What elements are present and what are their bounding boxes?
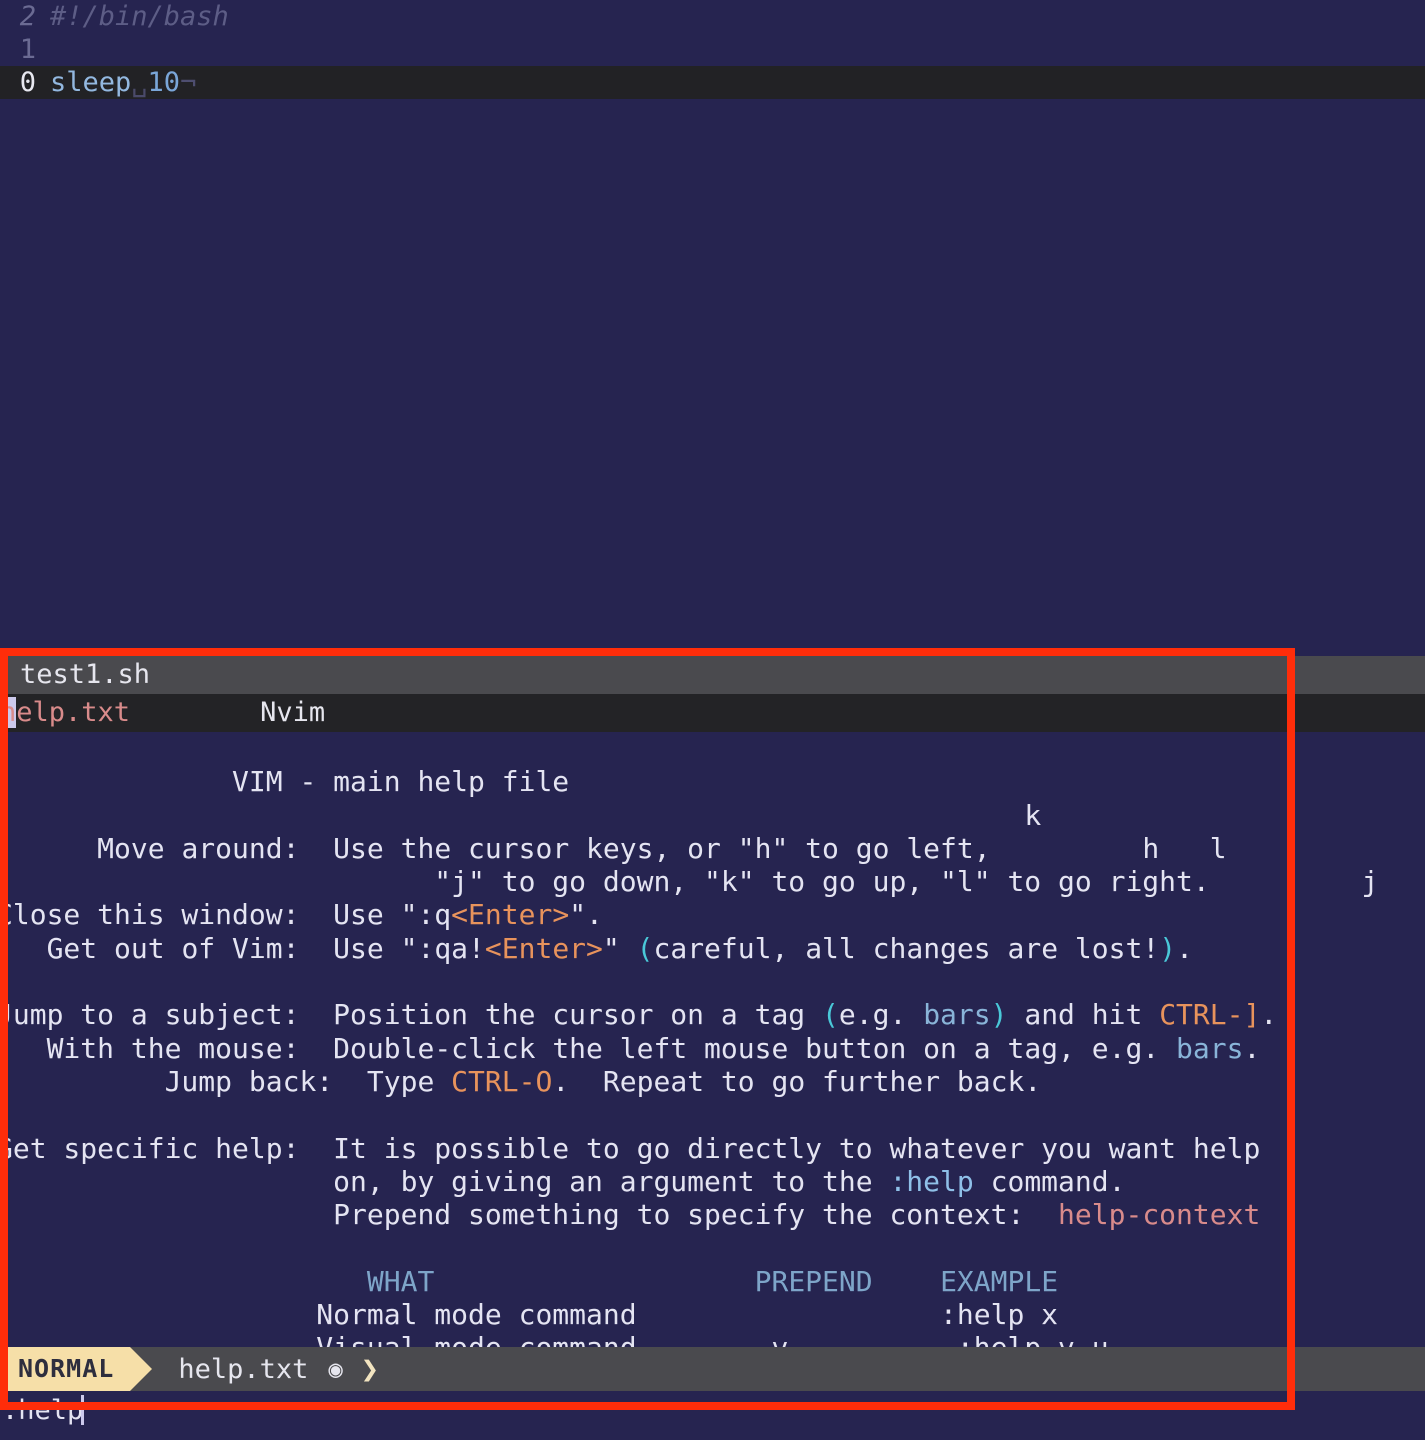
help-row: Prepend something to specify the context… [0, 1198, 1425, 1231]
statusline-filename: help.txt [178, 1353, 309, 1385]
help-body-pre: Type [366, 1064, 452, 1098]
help-body: It is possible to go directly to whateve… [333, 1131, 1261, 1165]
eol-marker-icon: ¬ [180, 67, 197, 98]
help-row: Close this window: Use ":q<Enter>". [0, 898, 1425, 931]
code-line-current: 0 sleep␣10¬ [0, 66, 1425, 99]
help-keydiagram-up: k [0, 799, 1425, 832]
help-period: . [1260, 998, 1278, 1032]
help-body-pre: Use ":q [333, 898, 452, 932]
help-row: "j" to go down, "k" to go up, "l" to go … [0, 865, 1425, 898]
help-row: Move around: Use the cursor keys, or "h"… [0, 832, 1425, 865]
whitespace-marker-icon: ␣ [131, 67, 148, 98]
help-row: Get specific help: It is possible to go … [0, 1132, 1425, 1165]
winbar-filename-rest: elp.txt [16, 697, 131, 728]
help-ctrl-o: CTRL-O [451, 1064, 553, 1098]
terminal-pane: 2 #!/bin/bash 1 0 sleep␣10¬ [0, 0, 1425, 640]
help-careful-text: careful, all changes are lost! [653, 931, 1160, 965]
help-row: on, by giving an argument to the :help c… [0, 1165, 1425, 1198]
help-tag-bars[interactable]: bars [1176, 1032, 1243, 1065]
line-number: 2 [19, 1, 36, 32]
help-period: . [1243, 1031, 1261, 1065]
help-eg: e.g. [838, 998, 924, 1032]
table-header-what: WHAT [366, 1264, 435, 1298]
statusline: NORMAL help.txt ◉ ❯ [0, 1347, 1425, 1391]
table-header-prepend: PREPEND [754, 1264, 873, 1298]
help-blank [0, 965, 1425, 998]
help-label: Jump to a subject: [0, 998, 300, 1032]
nvim-window: test1.sh help.txt Nvim VIM - main help f… [0, 656, 1425, 1402]
help-period: . [1176, 931, 1193, 965]
table-header-example: EXAMPLE [940, 1264, 1059, 1298]
key-k: k [1024, 798, 1042, 832]
help-title-line: VIM - main help file [0, 765, 1425, 798]
help-blank [0, 732, 1425, 765]
help-label: Jump back: [164, 1064, 334, 1098]
code-keyword: sleep [50, 67, 132, 98]
table-cell-what: Normal mode command [316, 1298, 637, 1332]
line-number: 1 [19, 34, 36, 65]
help-table-header: WHAT PREPEND EXAMPLE [0, 1265, 1425, 1298]
help-row: With the mouse: Double-click the left mo… [0, 1032, 1425, 1065]
winbar-gap [130, 697, 260, 728]
help-blank [0, 1098, 1425, 1131]
table-row: Normal mode command :help x [0, 1298, 1425, 1331]
mode-separator-icon [130, 1347, 153, 1391]
help-row: Jump to a subject: Position the cursor o… [0, 998, 1425, 1031]
help-body: "j" to go down, "k" to go up, "l" to go … [434, 865, 1210, 899]
help-label: With the mouse: [46, 1031, 300, 1065]
help-tag-bars[interactable]: bars [923, 998, 990, 1031]
help-ctrl-bracket: CTRL-] [1159, 998, 1261, 1032]
code-text: #!/bin/bash [50, 1, 229, 32]
help-body-pre: Double-click the left mouse button on a … [333, 1031, 1177, 1065]
code-line: 2 #!/bin/bash [0, 0, 1425, 33]
help-special-key: <Enter> [451, 898, 570, 932]
help-quote: " [602, 931, 637, 965]
help-paren-open: ( [636, 931, 654, 965]
help-label: Move around: [97, 831, 300, 865]
winbar-appname: Nvim [260, 697, 326, 728]
cmdline[interactable]: :help [0, 1391, 1425, 1431]
key-h: h [1142, 831, 1160, 865]
help-paren-close: ) [990, 998, 1008, 1032]
help-row: Get out of Vim: Use ":qa!<Enter>" (caref… [0, 932, 1425, 965]
readonly-circle-icon: ◉ [328, 1355, 343, 1383]
help-cmd-help[interactable]: :help [889, 1165, 973, 1198]
winbar-filename: help.txt [0, 697, 130, 728]
code-line: 1 [0, 33, 1425, 66]
help-body-pre: on, by giving an argument to the [333, 1164, 890, 1198]
help-special-key: <Enter> [484, 931, 603, 965]
cmdline-text: :help [2, 1395, 84, 1426]
help-body-pre: Prepend something to specify the context… [333, 1198, 1059, 1232]
help-paren-open: ( [822, 998, 839, 1032]
tab-test1-sh[interactable]: test1.sh [20, 659, 150, 690]
help-body-mid: and hit [1007, 998, 1160, 1032]
line-number: 0 [19, 67, 36, 98]
status-badge: NORMAL [0, 1347, 131, 1391]
table-cell-example: :help x [940, 1298, 1059, 1332]
help-body-post: ". [569, 898, 603, 932]
help-body-post: . Repeat to go further back. [552, 1064, 1042, 1098]
help-link-help-context[interactable]: help-context [1058, 1198, 1260, 1231]
text-cursor: h [0, 697, 17, 728]
key-j: j [1361, 865, 1379, 899]
code-number: 10 [147, 67, 181, 98]
help-body-pre: Use ":qa! [333, 931, 485, 965]
help-label: Get out of Vim: [46, 931, 300, 965]
chevron-right-icon: ❯ [360, 1351, 379, 1387]
help-body: Use the cursor keys, or "h" to go left, [333, 831, 991, 865]
key-l: l [1209, 831, 1227, 865]
cmdline-cursor [81, 1395, 85, 1425]
help-row: Jump back: Type CTRL-O. Repeat to go fur… [0, 1065, 1425, 1098]
help-blank [0, 1231, 1425, 1264]
help-paren-close: ) [1159, 931, 1177, 965]
help-label: Close this window: [0, 898, 300, 932]
help-body-post: command. [973, 1164, 1126, 1198]
help-label: Get specific help: [0, 1131, 300, 1165]
help-body-pre: Position the cursor on a tag [333, 998, 823, 1032]
winbar: help.txt Nvim [0, 694, 1425, 732]
help-buffer[interactable]: VIM - main help file k Move around: Use … [0, 732, 1425, 1364]
help-title: VIM - main help file [232, 765, 570, 799]
tabline[interactable]: test1.sh [0, 656, 1425, 694]
screen-root: 2 #!/bin/bash 1 0 sleep␣10¬ test1.sh help.… [0, 0, 1425, 1440]
